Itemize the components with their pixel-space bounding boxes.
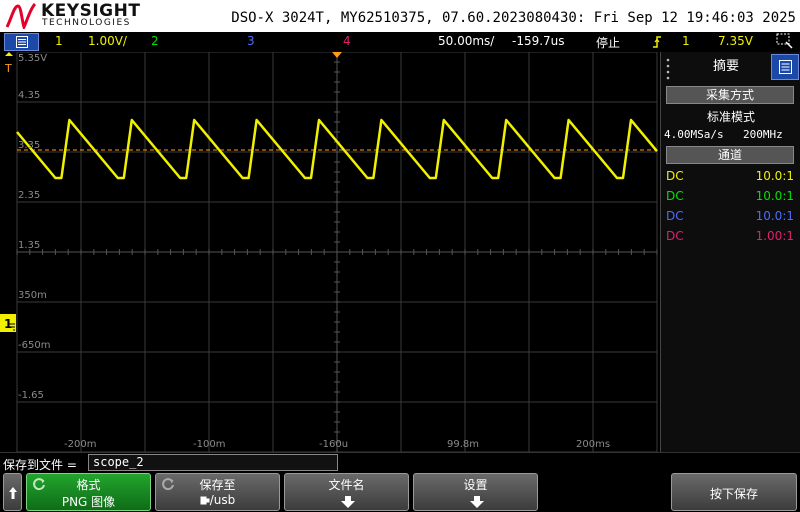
ch1-probe: 10.0:1 (755, 169, 794, 183)
menu-icon (16, 36, 28, 48)
horizontal-delay[interactable]: -159.7us (512, 34, 565, 48)
run-state: 停止 (596, 36, 621, 50)
settings-label: 设置 (463, 478, 488, 492)
filename-softkey[interactable]: 文件名 (284, 473, 409, 511)
ch2-coupling: DC (666, 189, 684, 203)
y-axis-label: -650m (18, 340, 51, 351)
acquire-mode-button[interactable]: 采集方式 (666, 86, 794, 104)
right-panel: 摘要 采集方式 标准模式 4.00MSa/s 200MHz 通道 DC 10.0… (660, 52, 800, 452)
ch4-coupling: DC (666, 229, 684, 243)
panel-dots-icon (666, 58, 670, 80)
tab-summary[interactable]: 摘要 (683, 52, 769, 82)
trigger-level-arrow-icon (5, 52, 13, 56)
trigger-source[interactable]: 1 (682, 34, 690, 48)
timebase-scale[interactable]: 50.00ms/ (438, 34, 494, 48)
x-axis-label: -100m (193, 439, 226, 450)
press-to-save-label: 按下保存 (709, 487, 758, 501)
trigger-position-marker (332, 52, 342, 58)
graticule-grid: T1 (0, 52, 658, 452)
zoom-select-icon[interactable] (776, 33, 794, 50)
y-axis-label: 5.35V (18, 53, 48, 64)
usb-drive-icon (200, 496, 210, 505)
settings-softkey[interactable]: 设置 (413, 473, 538, 511)
y-axis-label: 350m (18, 290, 47, 301)
x-axis-label: 200ms (576, 439, 611, 450)
channels-button[interactable]: 通道 (666, 146, 794, 164)
ch2-probe: 10.0:1 (755, 189, 794, 203)
y-axis-label: 4.35 (18, 90, 41, 101)
ch1-coupling: DC (666, 169, 684, 183)
ch1-scale[interactable]: 1.00V/ (88, 34, 127, 48)
header-bar: KEYSIGHT TECHNOLOGIES DSO-X 3024T, MY625… (0, 0, 800, 32)
y-axis-label: -1.65 (18, 390, 44, 401)
ch4-probe: 1.00:1 (755, 229, 794, 243)
filename-field[interactable]: scope_2 (88, 454, 338, 471)
save-to-file-label: 保存到文件 = (3, 458, 77, 472)
x-axis-label: -160u (319, 439, 349, 450)
save-path-bar: 保存到文件 = scope_2 (0, 452, 800, 472)
acquire-mode-value: 标准模式 (706, 110, 755, 124)
ch4-number[interactable]: 4 (343, 34, 351, 48)
save-to-softkey[interactable]: 保存至 /usb (155, 473, 280, 511)
up-arrow-icon (9, 487, 17, 499)
back-button[interactable] (3, 473, 22, 511)
format-value: PNG 图像 (61, 495, 116, 509)
list-icon (779, 60, 792, 74)
bandwidth: 200MHz (743, 128, 783, 141)
ch2-number[interactable]: 2 (151, 34, 159, 48)
waveform-display[interactable]: T1 5.35V 4.35 3.35 2.35 1.35 350m -650m … (0, 52, 660, 452)
instrument-info: DSO-X 3024T, MY62510375, 07.60.202308043… (231, 10, 796, 26)
format-label: 格式 (76, 478, 101, 492)
main-menu-button[interactable] (4, 33, 39, 51)
press-to-save-softkey[interactable]: 按下保存 (671, 473, 797, 511)
trigger-edge-icon (653, 36, 661, 48)
x-axis-label: -200m (64, 439, 97, 450)
ch3-probe: 10.0:1 (755, 209, 794, 223)
down-arrow-icon (470, 496, 484, 508)
save-to-value: /usb (156, 493, 279, 507)
ch3-number[interactable]: 3 (247, 34, 255, 48)
format-softkey[interactable]: 格式 PNG 图像 (26, 473, 151, 511)
keysight-logo-icon (6, 3, 36, 29)
brand-subtitle: TECHNOLOGIES (42, 18, 131, 28)
ch1-number[interactable]: 1 (55, 34, 63, 48)
ch3-coupling: DC (666, 209, 684, 223)
trigger-level[interactable]: 7.35V (718, 34, 753, 48)
filename-label: 文件名 (328, 478, 365, 492)
y-axis-label: 2.35 (18, 190, 41, 201)
status-bar: 1 1.00V/ 2 3 4 50.00ms/ -159.7us 停止 1 7.… (0, 32, 800, 52)
x-axis-label: 99.8m (447, 439, 480, 450)
y-axis-label: 1.35 (18, 240, 41, 251)
softkey-bar: 格式 PNG 图像 保存至 /usb 文件名 设置 按下保存 (0, 472, 800, 512)
down-arrow-icon (341, 496, 355, 508)
sample-rate: 4.00MSa/s (664, 128, 724, 141)
y-axis-label: 3.35 (18, 140, 41, 151)
trigger-marker-label: T (4, 62, 12, 75)
save-to-label: 保存至 (199, 478, 236, 492)
summary-menu-button[interactable] (771, 54, 799, 80)
